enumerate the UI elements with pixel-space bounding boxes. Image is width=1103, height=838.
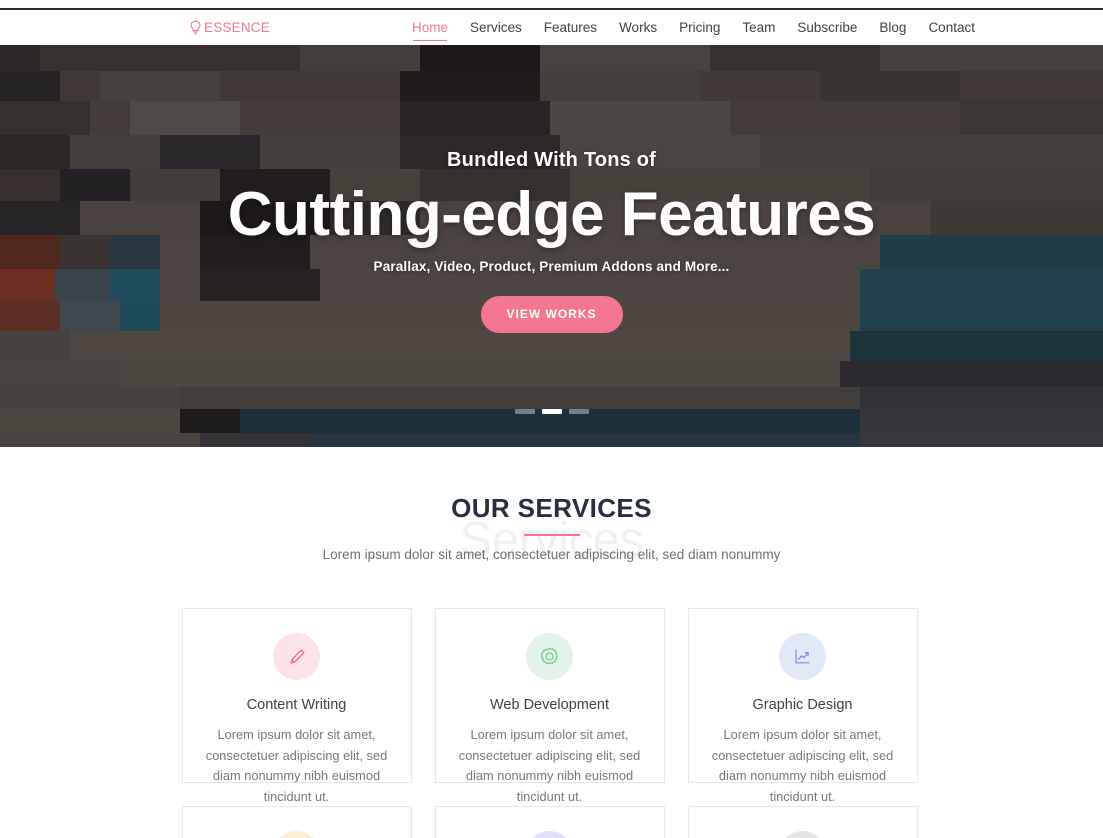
service-card-title: Content Writing (246, 697, 347, 713)
service-card-row2-col2[interactable] (434, 806, 665, 838)
hero-content: Bundled With Tons of Cutting-edge Featur… (0, 149, 1103, 334)
top-accent-rule (0, 0, 1103, 10)
clipboard-icon (779, 831, 826, 838)
service-card-title: Web Development (489, 697, 610, 713)
layers-icon (273, 831, 320, 838)
lightbulb-icon (189, 20, 202, 35)
service-card-text: Lorem ipsum dolor sit amet, consectetuer… (711, 727, 894, 805)
site-header: ESSENCE Home Services Features Works Pri… (0, 10, 1103, 45)
nav-item-pricing[interactable]: Pricing (679, 10, 720, 45)
service-card-text: Lorem ipsum dolor sit amet, consectetuer… (458, 727, 641, 805)
service-card-row2-col1[interactable] (181, 806, 412, 838)
hero-carousel: Bundled With Tons of Cutting-edge Featur… (0, 45, 1103, 447)
service-card-text: Lorem ipsum dolor sit amet, consectetuer… (205, 727, 388, 805)
service-card-graphic-design[interactable]: Graphic Design Lorem ipsum dolor sit ame… (687, 608, 918, 804)
nav-item-blog[interactable]: Blog (879, 10, 906, 45)
services-card-grid: Content Writing Lorem ipsum dolor sit am… (181, 608, 922, 838)
main-navigation: Home Services Features Works Pricing Tea… (412, 10, 975, 45)
service-card-row2-col3[interactable] (687, 806, 918, 838)
nav-item-features[interactable]: Features (544, 10, 597, 45)
gear-icon (526, 633, 573, 680)
brand-logo[interactable]: ESSENCE (189, 10, 270, 45)
services-title-underline (523, 534, 580, 536)
nav-item-subscribe[interactable]: Subscribe (797, 10, 857, 45)
service-card-web-development[interactable]: Web Development Lorem ipsum dolor sit am… (434, 608, 665, 804)
service-card-content-writing[interactable]: Content Writing Lorem ipsum dolor sit am… (181, 608, 412, 804)
view-works-button[interactable]: VIEW WORKS (480, 296, 623, 334)
hero-kicker: Bundled With Tons of (447, 149, 656, 171)
hero-title: Cutting-edge Features (227, 180, 876, 249)
services-description: Lorem ipsum dolor sit amet, consectetuer… (322, 547, 781, 562)
pencil-icon (273, 633, 320, 680)
carousel-indicators (0, 409, 1103, 414)
carousel-dot-2[interactable] (541, 409, 562, 414)
brand-name: ESSENCE (204, 20, 270, 35)
services-heading-block: Services OUR SERVICES Lorem ipsum dolor … (0, 493, 1103, 571)
services-title: OUR SERVICES (451, 493, 652, 523)
nav-item-works[interactable]: Works (619, 10, 657, 45)
nav-item-team[interactable]: Team (742, 10, 775, 45)
services-section: Services OUR SERVICES Lorem ipsum dolor … (0, 447, 1103, 838)
carousel-dot-3[interactable] (568, 409, 589, 414)
nav-item-services[interactable]: Services (470, 10, 522, 45)
mobile-icon (526, 831, 573, 838)
service-card-title: Graphic Design (752, 697, 853, 713)
chart-line-icon (779, 633, 826, 680)
nav-item-contact[interactable]: Contact (928, 10, 975, 45)
hero-subtitle: Parallax, Video, Product, Premium Addons… (373, 259, 730, 275)
nav-item-home[interactable]: Home (412, 10, 448, 45)
carousel-dot-1[interactable] (514, 409, 535, 414)
